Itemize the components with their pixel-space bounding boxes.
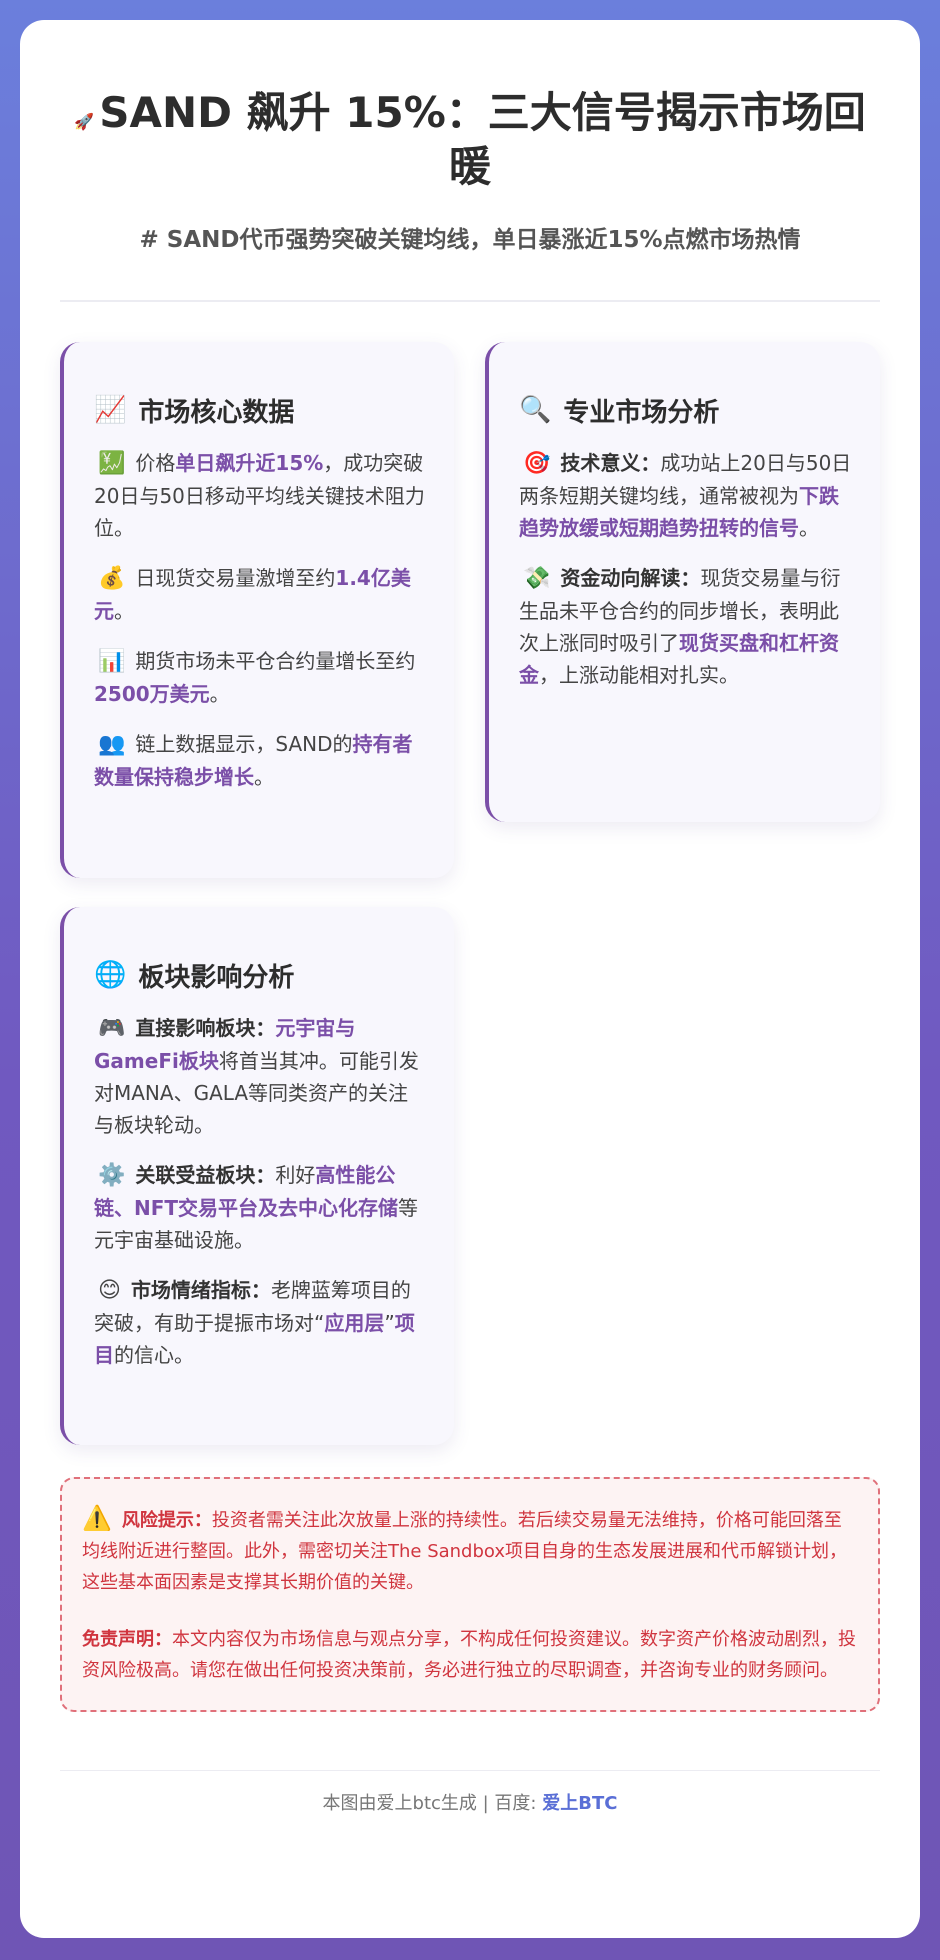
list-item: 👥 链上数据显示，SAND的持有者数量保持稳步增长。 [94, 728, 428, 793]
disclaimer-label: 免责声明： [82, 1628, 172, 1650]
warning-icon: ⚠️ [82, 1503, 112, 1532]
panel-title: 🔍 专业市场分析 [519, 392, 854, 429]
bar-chart-icon: 📊 [98, 648, 126, 674]
footer-brand-link[interactable]: 爱上BTC [542, 1793, 617, 1814]
item-text: ” [384, 1310, 395, 1335]
panel-title: 🌐 板块影响分析 [94, 957, 428, 994]
page-title: SAND 飙升 15%：三大信号揭示市场回暖 [99, 88, 866, 191]
panels-grid: 📈 市场核心数据 💹 价格单日飙升近15%，成功突破20日与50日移动平均线关键技… [60, 341, 880, 1452]
list-item: 📊 期货市场未平仓合约量增长至约 2500万美元。 [94, 645, 428, 710]
gear-icon: ⚙️ [98, 1162, 126, 1188]
disclaimer: 免责声明：本文内容仅为市场信息与观点分享，不构成任何投资建议。数字资产价格波动剧… [82, 1624, 858, 1686]
item-label: 关联受益板块： [135, 1162, 276, 1187]
item-text: 的信心。 [114, 1342, 194, 1367]
panel-items: 💹 价格单日飙升近15%，成功突破20日与50日移动平均线关键技术阻力位。 💰 日现货… [94, 447, 428, 793]
content-card: 🚀 SAND 飙升 15%：三大信号揭示市场回暖 # SAND代币强势突破关键均… [20, 20, 920, 1938]
item-text: 日现货交易量激增至约 [135, 565, 336, 590]
item-text: 利好 [275, 1162, 316, 1187]
item-text: 价格 [135, 450, 176, 475]
users-icon: 👥 [98, 731, 126, 757]
panel-title-text: 专业市场分析 [563, 397, 720, 428]
target-icon: 🎯 [523, 450, 551, 476]
footer-divider [60, 1769, 880, 1771]
panel-title-text: 市场核心数据 [138, 397, 295, 428]
disclaimer-text: 本文内容仅为市场信息与观点分享，不构成任何投资建议。数字资产价格波动剧烈，投资风… [82, 1628, 856, 1681]
panel-market-data: 📈 市场核心数据 💹 价格单日飙升近15%，成功突破20日与50日移动平均线关键技… [60, 341, 454, 878]
item-label: 直接影响板块： [135, 1015, 276, 1040]
money-bag-icon: 💰 [98, 565, 126, 591]
page-subtitle: # SAND代币强势突破关键均线，单日暴涨近15%点燃市场热情 [139, 226, 801, 253]
highlight-text: 15% [275, 450, 324, 475]
item-label: 市场情绪指标： [130, 1277, 271, 1302]
header: 🚀 SAND 飙升 15%：三大信号揭示市场回暖 [60, 20, 880, 194]
money-flow-icon: 💸 [523, 565, 551, 591]
chart-up-icon: 📈 [94, 395, 127, 425]
panel-items: 🎯 技术意义：成功站上20日与50日两条短期关键均线，通常被视为下跌趋势放缓或短期… [519, 447, 854, 691]
highlight-text: 2500万美元 [94, 681, 210, 706]
item-text: 期货市场未平仓合约量增长至约 [135, 648, 416, 673]
item-text: 。 [254, 764, 274, 789]
panel-sector-impact: 🌐 板块影响分析 🎮 直接影响板块：元宇宙与GameFi板块将首当其冲。可能引发对… [60, 906, 454, 1445]
item-text: 。 [209, 681, 230, 706]
panel-title-text: 板块影响分析 [138, 962, 295, 993]
panel-title: 📈 市场核心数据 [94, 392, 428, 429]
item-label: 技术意义： [560, 450, 661, 475]
gamepad-icon: 🎮 [98, 1015, 126, 1041]
list-item: 😊 市场情绪指标：老牌蓝筹项目的突破，有助于提振市场对“应用层”项目的信心。 [94, 1274, 428, 1371]
list-item: 💹 价格单日飙升近15%，成功突破20日与50日移动平均线关键技术阻力位。 [94, 447, 428, 544]
list-item: 💰 日现货交易量激增至约1.4亿美元。 [94, 562, 428, 627]
item-text: 。 [114, 598, 134, 623]
rocket-icon: 🚀 [74, 112, 95, 131]
item-label: 资金动向解读： [560, 565, 701, 590]
risk-box: ⚠️ 风险提示：投资者需关注此次放量上涨的持续性。若后续交易量无法维持，价格可能回… [60, 1476, 880, 1712]
smile-icon: 😊 [98, 1277, 121, 1303]
highlight-text: 应用层 [324, 1310, 385, 1335]
item-text: ，上涨动能相对扎实。 [539, 662, 739, 687]
footer-text: 本图由爱上btc生成 | 百度: [322, 1792, 543, 1814]
chart-yen-icon: 💹 [98, 450, 126, 476]
magnifier-icon: 🔍 [519, 395, 552, 425]
panel-market-analysis: 🔍 专业市场分析 🎯 技术意义：成功站上20日与50日两条短期关键均线，通常被视为… [485, 341, 880, 822]
risk-warning: ⚠️ 风险提示：投资者需关注此次放量上涨的持续性。若后续交易量无法维持，价格可能回… [82, 1503, 858, 1598]
risk-label: 风险提示： [121, 1509, 212, 1531]
item-text: 链上数据显示，SAND的 [135, 731, 353, 756]
footer: 本图由爱上btc生成 | 百度: 爱上BTC [60, 1789, 880, 1815]
list-item: 🎯 技术意义：成功站上20日与50日两条短期关键均线，通常被视为下跌趋势放缓或短期… [519, 447, 854, 544]
divider [60, 299, 880, 302]
list-item: ⚙️ 关联受益板块：利好高性能公链、NFT交易平台及去中心化存储等元宇宙基础设施。 [94, 1159, 428, 1256]
list-item: 💸 资金动向解读：现货交易量与衍生品未平仓合约的同步增长，表明此次上涨同时吸引了现… [519, 562, 854, 691]
globe-icon: 🌐 [94, 960, 127, 990]
highlight-text: 单日飙升近 [175, 450, 276, 475]
item-text: 。 [799, 515, 819, 540]
list-item: 🎮 直接影响板块：元宇宙与GameFi板块将首当其冲。可能引发对MANA、GALA… [94, 1012, 428, 1141]
panel-items: 🎮 直接影响板块：元宇宙与GameFi板块将首当其冲。可能引发对MANA、GALA… [94, 1012, 428, 1371]
